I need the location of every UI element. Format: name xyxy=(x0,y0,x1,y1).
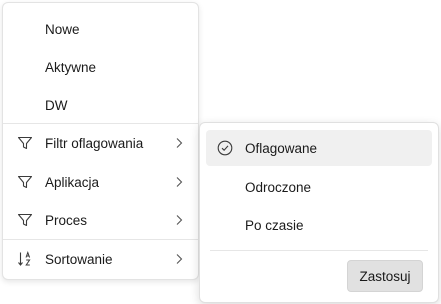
submenu-divider xyxy=(210,250,428,251)
chevron-right-icon xyxy=(173,213,185,227)
submenu-item-label: Po czasie xyxy=(245,217,304,233)
apply-button[interactable]: Zastosuj xyxy=(347,260,423,292)
flag-filter-submenu: Oflagowane Odroczone Po czasie Zastosuj xyxy=(199,122,439,303)
menu-item-aplikacja[interactable]: Aplikacja xyxy=(3,164,198,200)
filter-icon xyxy=(17,174,33,190)
menu-item-label: Nowe xyxy=(45,21,80,37)
submenu-item-label: Odroczone xyxy=(245,179,312,195)
menu-item-label: Sortowanie xyxy=(45,251,113,267)
menu-item-nowe[interactable]: Nowe xyxy=(3,11,198,47)
menu-item-label: Aktywne xyxy=(45,59,97,75)
filter-menu: Nowe Aktywne DW Filtr oflagowania Aplika… xyxy=(2,2,199,280)
filter-icon xyxy=(17,135,33,151)
checkmark-circle-icon xyxy=(217,140,233,156)
submenu-item-label: Oflagowane xyxy=(245,140,318,156)
filter-icon xyxy=(17,212,33,228)
menu-item-filtr-oflagowania[interactable]: Filtr oflagowania xyxy=(3,125,198,161)
chevron-right-icon xyxy=(173,175,185,189)
menu-item-label: DW xyxy=(45,97,68,113)
menu-item-label: Proces xyxy=(45,212,88,228)
chevron-right-icon xyxy=(173,252,185,266)
submenu-item-odroczone[interactable]: Odroczone xyxy=(206,169,432,205)
sort-icon xyxy=(17,251,33,267)
chevron-right-icon xyxy=(173,136,185,150)
menu-item-sortowanie[interactable]: Sortowanie xyxy=(3,241,198,277)
menu-divider xyxy=(3,123,198,124)
menu-divider xyxy=(3,239,198,240)
menu-item-label: Filtr oflagowania xyxy=(45,135,144,151)
submenu-item-oflagowane[interactable]: Oflagowane xyxy=(206,130,432,166)
menu-item-proces[interactable]: Proces xyxy=(3,202,198,238)
submenu-item-po-czasie[interactable]: Po czasie xyxy=(206,207,432,243)
menu-item-label: Aplikacja xyxy=(45,174,100,190)
menu-item-dw[interactable]: DW xyxy=(3,87,198,123)
app-canvas: Nowe Aktywne DW Filtr oflagowania Aplika… xyxy=(0,0,441,304)
menu-item-aktywne[interactable]: Aktywne xyxy=(3,49,198,85)
